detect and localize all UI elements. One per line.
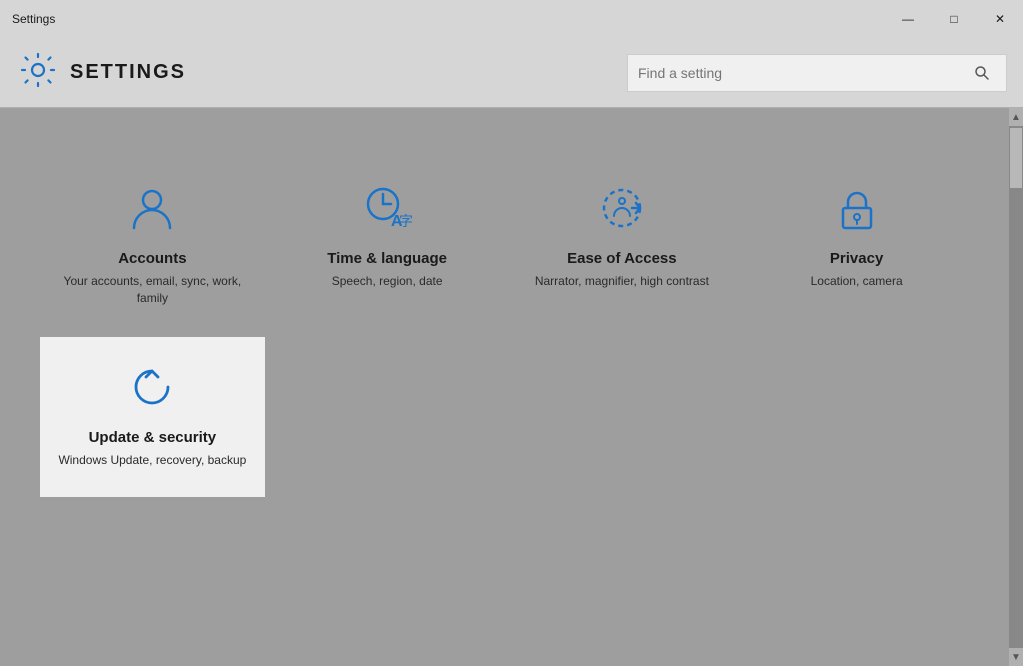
app-title: SETTINGS (70, 61, 186, 84)
scrollbar-track[interactable] (1009, 126, 1023, 648)
tile-ease-of-access[interactable]: Ease of Access Narrator, magnifier, high… (510, 158, 735, 327)
window-title: Settings (12, 12, 55, 26)
ease-of-access-name: Ease of Access (567, 250, 677, 267)
time-language-icon: A 字 (357, 178, 417, 238)
tile-update-security[interactable]: Update & security Windows Update, recove… (40, 337, 265, 497)
time-language-name: Time & language (327, 250, 447, 267)
minimize-button[interactable]: — (885, 0, 931, 38)
time-language-desc: Speech, region, date (332, 273, 443, 290)
header-left: SETTINGS (20, 52, 186, 93)
privacy-icon (827, 178, 887, 238)
privacy-desc: Location, camera (811, 273, 903, 290)
scrollbar-up-arrow[interactable]: ▲ (1009, 108, 1023, 126)
privacy-name: Privacy (830, 250, 883, 267)
ease-of-access-desc: Narrator, magnifier, high contrast (535, 273, 709, 290)
scrollbar[interactable]: ▲ ▼ (1009, 108, 1023, 666)
close-button[interactable]: ✕ (977, 0, 1023, 38)
tile-privacy[interactable]: Privacy Location, camera (744, 158, 969, 327)
settings-grid-row2: Update & security Windows Update, recove… (40, 337, 983, 497)
update-security-desc: Windows Update, recovery, backup (58, 452, 246, 469)
search-box[interactable] (627, 54, 1007, 92)
title-bar: Settings — □ ✕ (0, 0, 1023, 38)
accounts-desc: Your accounts, email, sync, work, family (56, 273, 249, 307)
settings-window: Settings — □ ✕ SETTINGS (0, 0, 1023, 666)
accounts-icon (122, 178, 182, 238)
settings-grid-row1: Accounts Your accounts, email, sync, wor… (40, 158, 983, 327)
maximize-button[interactable]: □ (931, 0, 977, 38)
ease-of-access-icon (592, 178, 652, 238)
update-security-icon (122, 357, 182, 417)
app-header: SETTINGS (0, 38, 1023, 108)
scrollbar-thumb[interactable] (1010, 128, 1022, 188)
main-content: Accounts Your accounts, email, sync, wor… (0, 108, 1023, 666)
search-input[interactable] (638, 65, 968, 81)
svg-text:字: 字 (399, 213, 413, 229)
scrollbar-down-arrow[interactable]: ▼ (1009, 648, 1023, 666)
search-icon[interactable] (968, 59, 996, 87)
window-controls: — □ ✕ (885, 0, 1023, 38)
settings-gear-icon (20, 52, 56, 93)
tile-accounts[interactable]: Accounts Your accounts, email, sync, wor… (40, 158, 265, 327)
tile-time-language[interactable]: A 字 Time & language Speech, region, date (275, 158, 500, 327)
accounts-name: Accounts (118, 250, 186, 267)
update-security-name: Update & security (89, 429, 217, 446)
